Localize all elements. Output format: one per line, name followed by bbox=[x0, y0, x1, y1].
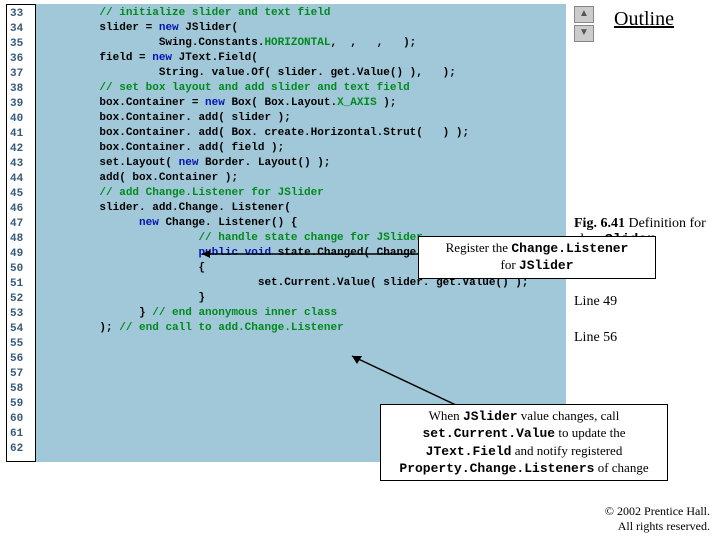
line-number: 33 bbox=[7, 7, 35, 22]
line-number: 56 bbox=[7, 352, 35, 367]
line-number: 39 bbox=[7, 97, 35, 112]
code-line: slider. add.Change. Listener( bbox=[40, 201, 562, 216]
line-number: 59 bbox=[7, 397, 35, 412]
line-number: 54 bbox=[7, 322, 35, 337]
line-number: 40 bbox=[7, 112, 35, 127]
code-line: slider = new JSlider( bbox=[40, 21, 562, 36]
line-number: 48 bbox=[7, 232, 35, 247]
line-number: 37 bbox=[7, 67, 35, 82]
figure-number: Fig. 6.41 bbox=[574, 216, 625, 231]
line-number: 53 bbox=[7, 307, 35, 322]
code-line: } // end anonymous inner class bbox=[40, 306, 562, 321]
code-line: String. value.Of( slider. get.Value() ),… bbox=[40, 66, 562, 81]
line-number: 51 bbox=[7, 277, 35, 292]
code-line: // set box layout and add slider and tex… bbox=[40, 81, 562, 96]
line-ref-49: Line 49 bbox=[574, 294, 617, 310]
code-line: add( box.Container ); bbox=[40, 171, 562, 186]
line-number: 60 bbox=[7, 412, 35, 427]
code-line: // initialize slider and text field bbox=[40, 6, 562, 21]
callout-arrow-1 bbox=[200, 248, 420, 268]
line-number: 49 bbox=[7, 247, 35, 262]
line-number: 55 bbox=[7, 337, 35, 352]
outline-heading: Outline bbox=[574, 8, 714, 31]
code-panel: 3334353637383940414243444546474849505152… bbox=[6, 4, 566, 462]
code-line: box.Container. add( Box. create.Horizont… bbox=[40, 126, 562, 141]
code-line: set.Layout( new Border. Layout() ); bbox=[40, 156, 562, 171]
code-line: box.Container. add( slider ); bbox=[40, 111, 562, 126]
code-line: // add Change.Listener for JSlider bbox=[40, 186, 562, 201]
line-number: 36 bbox=[7, 52, 35, 67]
nav-down-button[interactable]: ▼ bbox=[574, 25, 594, 42]
line-number: 34 bbox=[7, 22, 35, 37]
copyright-footer: © 2002 Prentice Hall. All rights reserve… bbox=[605, 504, 710, 534]
code-line: box.Container. add( field ); bbox=[40, 141, 562, 156]
copyright-line2: All rights reserved. bbox=[618, 519, 710, 533]
line-number: 43 bbox=[7, 157, 35, 172]
line-number-gutter: 3334353637383940414243444546474849505152… bbox=[6, 4, 36, 462]
copyright-line1: © 2002 Prentice Hall. bbox=[605, 504, 710, 518]
nav-arrows: ▲ ▼ bbox=[574, 6, 594, 44]
line-number: 45 bbox=[7, 187, 35, 202]
outline-panel: ▲ ▼ Outline Fig. 6.41 Definition for cla… bbox=[574, 4, 714, 31]
line-number: 38 bbox=[7, 82, 35, 97]
line-number: 57 bbox=[7, 367, 35, 382]
line-ref-56: Line 56 bbox=[574, 330, 617, 346]
line-number: 44 bbox=[7, 172, 35, 187]
line-number: 61 bbox=[7, 427, 35, 442]
line-number: 35 bbox=[7, 37, 35, 52]
line-number: 50 bbox=[7, 262, 35, 277]
code-line: Swing.Constants.HORIZONTAL, , , ); bbox=[40, 36, 562, 51]
line-number: 46 bbox=[7, 202, 35, 217]
code-line: field = new JText.Field( bbox=[40, 51, 562, 66]
callout-register-listener: Register the Change.Listener for JSlider bbox=[418, 236, 656, 279]
line-number: 58 bbox=[7, 382, 35, 397]
code-line: box.Container = new Box( Box.Layout.X_AX… bbox=[40, 96, 562, 111]
line-number: 42 bbox=[7, 142, 35, 157]
code-listing: // initialize slider and text field slid… bbox=[40, 6, 562, 336]
line-number: 62 bbox=[7, 442, 35, 457]
code-line: } bbox=[40, 291, 562, 306]
code-line: new Change. Listener() { bbox=[40, 216, 562, 231]
code-line: ); // end call to add.Change.Listener bbox=[40, 321, 562, 336]
line-number: 52 bbox=[7, 292, 35, 307]
slide: 3334353637383940414243444546474849505152… bbox=[0, 0, 720, 540]
nav-up-button[interactable]: ▲ bbox=[574, 6, 594, 23]
line-number: 41 bbox=[7, 127, 35, 142]
callout-arrow-2 bbox=[348, 352, 478, 412]
line-number: 47 bbox=[7, 217, 35, 232]
callout-value-change: When JSlider value changes, call set.Cur… bbox=[380, 404, 668, 481]
